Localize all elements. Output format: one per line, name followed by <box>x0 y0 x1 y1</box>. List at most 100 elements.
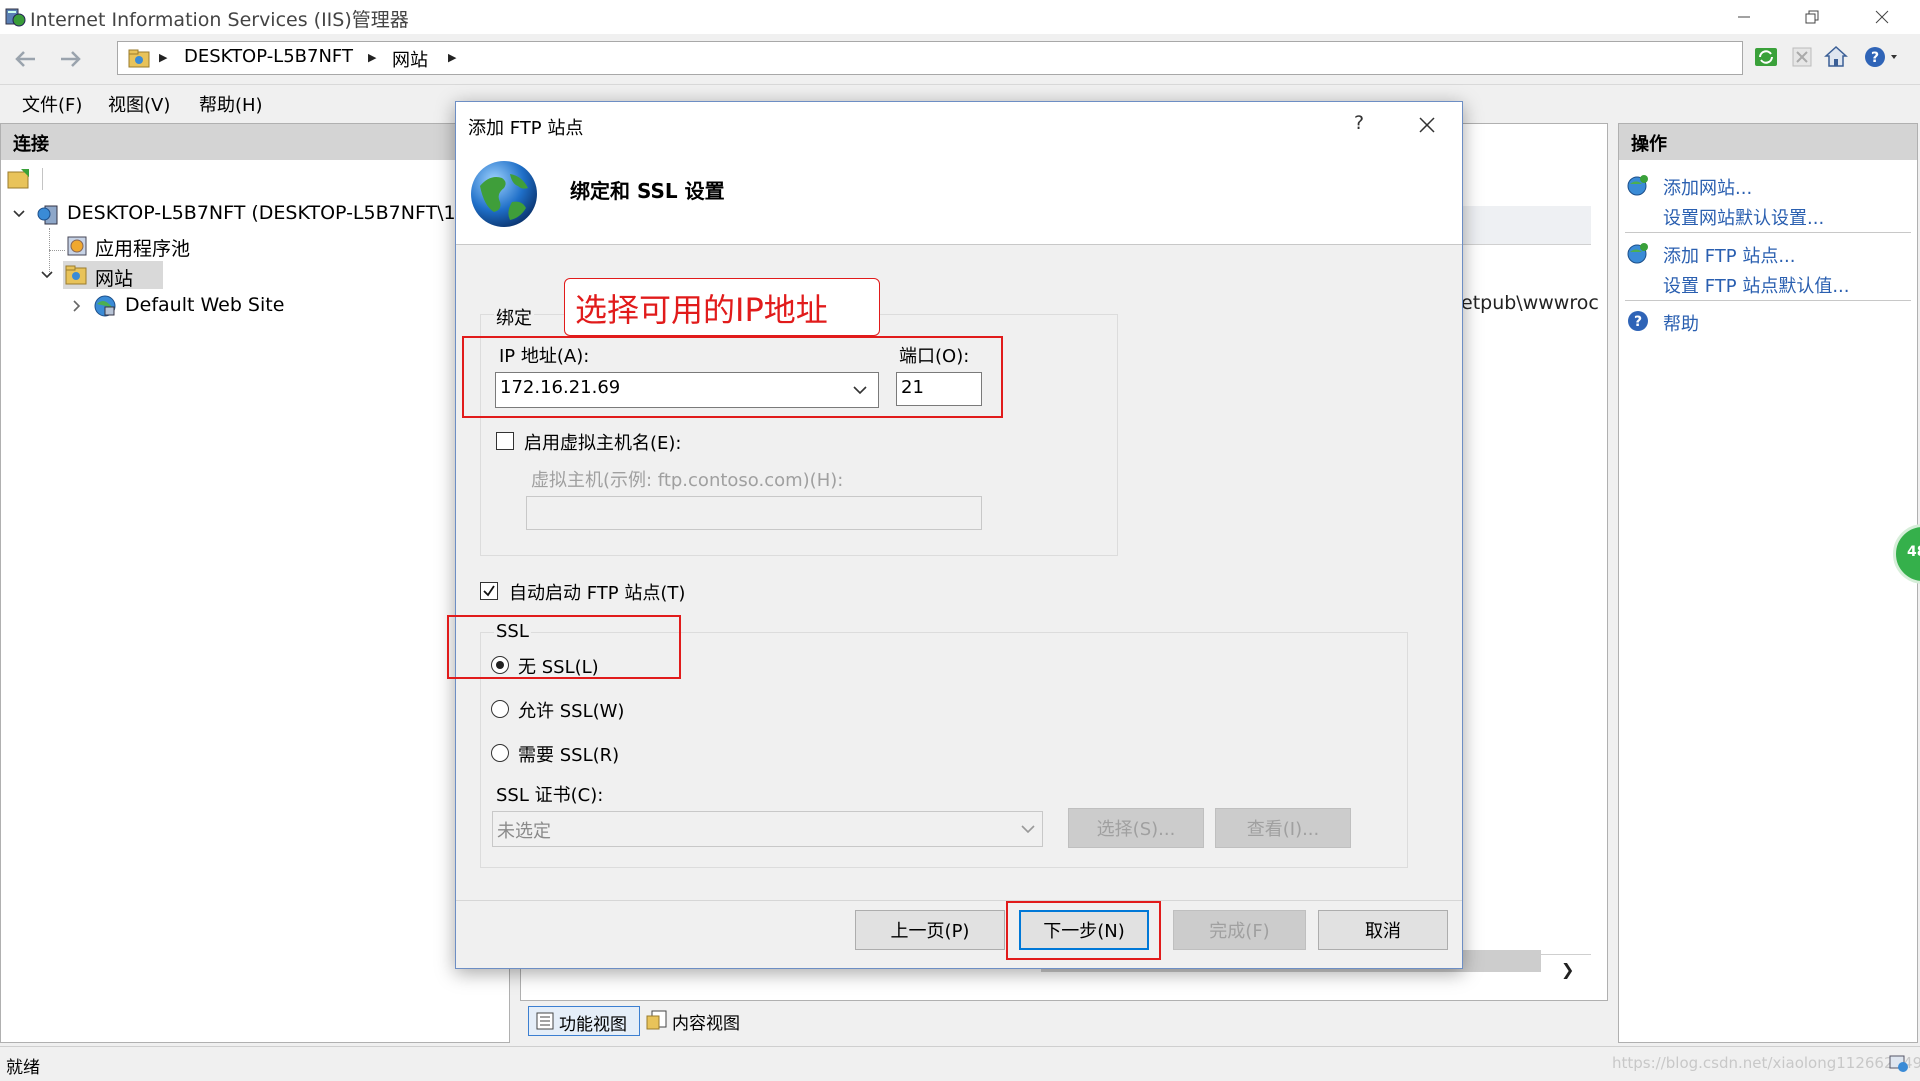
breadcrumb-separator-icon: ▶ <box>159 51 168 64</box>
expand-site-icon[interactable] <box>69 298 85 314</box>
network-status-icon <box>1888 1052 1910 1074</box>
action-help[interactable]: 帮助 <box>1663 310 1699 336</box>
ssl-cert-label: SSL 证书(C): <box>496 785 604 806</box>
new-connection-icon[interactable] <box>7 168 33 190</box>
tab-features-label: 功能视图 <box>559 1015 627 1035</box>
add-ftp-site-dialog: 添加 FTP 站点 ? 绑定和 SSL 设置 绑定 选择可用的IP地址 IP 地… <box>447 101 1463 969</box>
help-dropdown-icon[interactable]: ? <box>1862 43 1902 71</box>
physical-path-fragment: etpub\wwwroc <box>1461 292 1599 314</box>
forward-button[interactable] <box>52 42 88 76</box>
dialog-help-button[interactable]: ? <box>1354 112 1364 134</box>
actions-divider <box>1625 300 1911 301</box>
breadcrumb-sites[interactable]: 网站 <box>392 46 428 72</box>
iis-app-icon <box>4 6 26 28</box>
actions-header: 操作 <box>1619 124 1917 160</box>
tree-sites[interactable]: 网站 <box>95 264 133 291</box>
vhost-enable-checkbox[interactable] <box>496 432 514 450</box>
title-bar: Internet Information Services (IIS)管理器 <box>0 0 1920 34</box>
floating-badge-count: 48 <box>1907 544 1920 560</box>
features-view-icon <box>535 1011 555 1031</box>
action-site-defaults[interactable]: 设置网站默认设置... <box>1663 204 1824 230</box>
tree-guide-line <box>49 250 65 252</box>
scroll-right-icon[interactable]: ❯ <box>1561 960 1574 979</box>
refresh-icon[interactable] <box>1752 43 1780 71</box>
finish-button[interactable]: 完成(F) <box>1173 910 1306 950</box>
radio-no-ssl[interactable] <box>491 656 509 674</box>
collapse-server-icon[interactable] <box>11 206 27 222</box>
breadcrumb-separator-icon: ▶ <box>448 51 457 64</box>
globe-icon <box>468 158 540 230</box>
autostart-checkbox[interactable] <box>480 582 498 600</box>
tab-content-view[interactable]: 内容视图 <box>646 1006 758 1036</box>
sites-folder-icon <box>128 48 150 68</box>
status-bar: 就绪 https://blog.csdn.net/xiaolong1126626… <box>0 1046 1920 1081</box>
radio-allow-ssl[interactable] <box>491 700 509 718</box>
toolbar-divider <box>42 168 43 190</box>
watermark-text: https://blog.csdn.net/xiaolong1126626497 <box>1612 1054 1920 1072</box>
ip-port-highlight-box <box>462 336 1003 418</box>
address-bar[interactable]: ▶ DESKTOP-L5B7NFT ▶ 网站 ▶ <box>117 41 1743 75</box>
tree-default-web-site[interactable]: Default Web Site <box>125 294 284 316</box>
breadcrumb-server[interactable]: DESKTOP-L5B7NFT <box>184 46 353 67</box>
annotation-text: 选择可用的IP地址 <box>575 291 828 329</box>
dialog-heading: 绑定和 SSL 设置 <box>570 179 725 203</box>
cancel-button[interactable]: 取消 <box>1318 910 1448 950</box>
dialog-title: 添加 FTP 站点 <box>468 118 584 139</box>
tab-content-label: 内容视图 <box>672 1014 740 1034</box>
vhost-label: 虚拟主机(示例: ftp.contoso.com)(H): <box>531 470 844 491</box>
action-add-ftp-site[interactable]: 添加 FTP 站点... <box>1663 242 1796 268</box>
minimize-button[interactable] <box>1716 0 1772 34</box>
tree-app-pools[interactable]: 应用程序池 <box>95 234 190 261</box>
connections-header: 连接 <box>1 124 509 160</box>
svg-text:?: ? <box>1634 314 1642 330</box>
menu-view[interactable]: 视图(V) <box>108 91 170 117</box>
ssl-cert-select[interactable]: 未选定 <box>492 811 1043 847</box>
action-add-website[interactable]: 添加网站... <box>1663 174 1752 200</box>
restore-button[interactable] <box>1784 0 1840 34</box>
address-toolbar: ▶ DESKTOP-L5B7NFT ▶ 网站 ▶ ? <box>0 34 1920 85</box>
cert-view-button[interactable]: 查看(I)... <box>1215 808 1351 848</box>
vhost-input[interactable] <box>526 496 982 530</box>
next-highlight-box <box>1006 901 1161 960</box>
tab-features-view[interactable]: 功能视图 <box>528 1006 640 1036</box>
app-pool-icon <box>65 234 89 258</box>
connections-pane: 连接 DESKTOP-L5B7NFT (DESKTOP-L5B7NFT\112 … <box>0 123 510 1043</box>
prev-button[interactable]: 上一页(P) <box>855 910 1005 950</box>
add-website-icon <box>1627 174 1649 196</box>
ssl-cert-value: 未选定 <box>497 821 551 842</box>
no-ssl-label: 无 SSL(L) <box>518 657 599 678</box>
help-icon: ? <box>1627 310 1649 332</box>
collapse-sites-icon[interactable] <box>39 267 55 283</box>
sites-icon <box>65 264 89 286</box>
status-text: 就绪 <box>6 1058 40 1078</box>
dialog-header: 添加 FTP 站点 ? 绑定和 SSL 设置 <box>456 102 1462 245</box>
close-window-button[interactable] <box>1854 0 1910 34</box>
breadcrumb-separator-icon: ▶ <box>368 51 377 64</box>
server-icon <box>37 202 61 226</box>
tree-server[interactable]: DESKTOP-L5B7NFT (DESKTOP-L5B7NFT\112 <box>67 202 480 224</box>
actions-pane: 操作 添加网站... 设置网站默认设置... 添加 FTP 站点... 设置 F… <box>1618 123 1918 1043</box>
radio-require-ssl[interactable] <box>491 744 509 762</box>
menu-file[interactable]: 文件(F) <box>22 91 82 117</box>
add-ftp-site-icon <box>1627 242 1649 264</box>
require-ssl-label: 需要 SSL(R) <box>518 745 620 766</box>
back-button[interactable] <box>8 42 44 76</box>
autostart-label: 自动启动 FTP 站点(T) <box>509 583 686 604</box>
content-view-icon <box>646 1010 668 1030</box>
window-title: Internet Information Services (IIS)管理器 <box>30 9 409 31</box>
home-icon[interactable] <box>1822 43 1850 71</box>
cert-select-button[interactable]: 选择(S)... <box>1068 808 1204 848</box>
allow-ssl-label: 允许 SSL(W) <box>518 701 625 722</box>
vhost-enable-label: 启用虚拟主机名(E): <box>524 433 682 454</box>
menu-help[interactable]: 帮助(H) <box>199 91 263 117</box>
svg-text:?: ? <box>1871 50 1879 66</box>
dialog-close-button[interactable] <box>1418 116 1436 134</box>
chevron-down-icon <box>1020 822 1036 836</box>
footer-divider <box>456 900 1462 901</box>
annotation-callout: 选择可用的IP地址 <box>564 278 880 336</box>
actions-divider <box>1625 232 1911 233</box>
stop-icon[interactable] <box>1788 43 1816 71</box>
binding-group-label: 绑定 <box>494 304 534 330</box>
action-ftp-defaults[interactable]: 设置 FTP 站点默认值... <box>1663 272 1850 298</box>
website-globe-icon <box>93 294 117 318</box>
